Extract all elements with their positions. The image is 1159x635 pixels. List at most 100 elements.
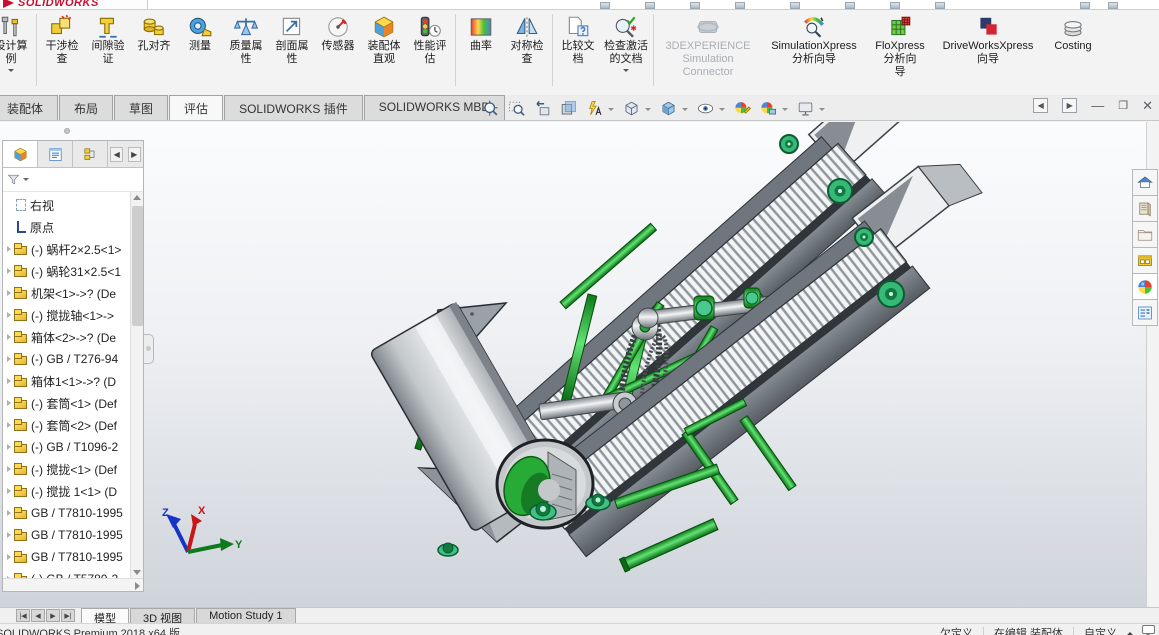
expand-arrow-icon[interactable]: [5, 399, 13, 407]
dropdown-arrow-icon[interactable]: [8, 69, 14, 75]
command-tab[interactable]: 草图: [114, 95, 169, 120]
tool-curvature[interactable]: 曲率: [458, 10, 504, 94]
zoom-to-area-button[interactable]: [504, 97, 528, 119]
document-tab[interactable]: Motion Study 1: [196, 608, 296, 623]
expand-arrow-icon[interactable]: [5, 201, 13, 209]
scroll-right-icon[interactable]: [135, 582, 140, 590]
dropdown-arrow-icon[interactable]: [23, 178, 29, 184]
scroll-tabs-right-icon[interactable]: ▶: [127, 146, 141, 162]
tab-solidworks-resources[interactable]: [1132, 169, 1158, 196]
quick-tips-icon[interactable]: [1142, 625, 1155, 635]
document-tab[interactable]: 3D 视图: [130, 608, 196, 625]
dropdown-arrow-icon[interactable]: [645, 108, 651, 114]
tool-costing[interactable]: Costing: [1044, 10, 1102, 94]
document-tab[interactable]: 模型: [81, 608, 129, 625]
tool-3dexperience-simulation-connector[interactable]: 3DEXPERIENCE Simulation Connector: [656, 10, 760, 94]
tool-measure[interactable]: 测量: [177, 10, 223, 94]
view-settings-button[interactable]: [793, 97, 817, 119]
close-icon[interactable]: ✕: [1142, 98, 1153, 113]
dropdown-arrow-icon[interactable]: [819, 108, 825, 114]
next-document-button[interactable]: ▶: [1062, 98, 1078, 113]
panel-collapse-handle[interactable]: [144, 334, 154, 364]
edit-appearance-button[interactable]: [730, 97, 754, 119]
expand-arrow-icon[interactable]: [5, 531, 13, 539]
apply-scene-button[interactable]: [756, 97, 780, 119]
dropdown-arrow-icon[interactable]: [608, 108, 614, 114]
quick-access-icon[interactable]: [1080, 2, 1090, 9]
tool-design-study[interactable]: 设计算 例: [0, 10, 34, 94]
units-dropdown-arrow-icon[interactable]: [1127, 629, 1133, 635]
tree-scrollbar[interactable]: [130, 192, 143, 578]
tree-item[interactable]: GB / T7810-1995: [3, 546, 143, 568]
quick-access-icon[interactable]: [935, 2, 945, 9]
dropdown-arrow-icon[interactable]: [682, 108, 688, 114]
tree-item[interactable]: (-) 蜗杆2×2.5<1>: [3, 238, 143, 260]
expand-arrow-icon[interactable]: [5, 553, 13, 561]
expand-arrow-icon[interactable]: [5, 421, 13, 429]
command-tab[interactable]: 布局: [59, 95, 114, 120]
scroll-tabs-left-icon[interactable]: ◀: [110, 146, 124, 162]
quick-access-icon[interactable]: [600, 2, 610, 9]
tool-compare-documents[interactable]: 比较文 档: [555, 10, 601, 94]
tool-check-active-document[interactable]: 检查激活 的文档: [601, 10, 651, 94]
tab-view-palette[interactable]: [1132, 247, 1158, 274]
expand-arrow-icon[interactable]: [5, 333, 13, 341]
tree-item[interactable]: (-) 套筒<1> (Def: [3, 392, 143, 414]
quick-access-icon[interactable]: [690, 2, 700, 9]
pane-splitter-handle[interactable]: [64, 128, 70, 134]
tab-design-library[interactable]: [1132, 195, 1158, 222]
quick-access-icon[interactable]: [790, 2, 800, 9]
expand-arrow-icon[interactable]: [5, 311, 13, 319]
view-orientation-button[interactable]: [619, 97, 643, 119]
tree-item[interactable]: 原点: [3, 216, 143, 238]
tool-interference-detection[interactable]: 干涉检 查: [39, 10, 85, 94]
quick-access-icon[interactable]: [890, 2, 900, 9]
scroll-up-icon[interactable]: [133, 195, 141, 200]
tree-horizontal-scrollbar[interactable]: [3, 578, 143, 591]
section-view-button[interactable]: [556, 97, 580, 119]
tab-configurationmanager[interactable]: [73, 141, 108, 167]
tree-item[interactable]: 机架<1>->? (De: [3, 282, 143, 304]
tool-mass-properties[interactable]: 质量属 性: [223, 10, 269, 94]
tab-file-explorer[interactable]: [1132, 221, 1158, 248]
tree-item[interactable]: 箱体<2>->? (De: [3, 326, 143, 348]
command-tab[interactable]: 评估: [169, 95, 224, 120]
minimize-icon[interactable]: —: [1091, 98, 1104, 113]
hide-show-items-button[interactable]: [693, 97, 717, 119]
tree-item[interactable]: GB / T7810-1995: [3, 524, 143, 546]
scrollbar-thumb[interactable]: [132, 206, 143, 326]
display-style-button[interactable]: [656, 97, 680, 119]
tree-item[interactable]: (-) GB / T5780-2: [3, 568, 143, 578]
quick-access-icon[interactable]: [1108, 2, 1118, 9]
tree-item[interactable]: (-) 搅拢 1<1> (D: [3, 480, 143, 502]
tree-item[interactable]: (-) 搅拢<1> (Def: [3, 458, 143, 480]
tool-sensors[interactable]: 传感器: [315, 10, 361, 94]
tool-performance-evaluation[interactable]: 性能评 估: [407, 10, 453, 94]
annotation-views-button[interactable]: [582, 97, 606, 119]
command-tab[interactable]: 装配体: [0, 95, 59, 120]
restore-icon[interactable]: ❐: [1118, 99, 1128, 113]
dropdown-arrow-icon[interactable]: [782, 108, 788, 114]
last-tab-icon[interactable]: [61, 609, 75, 622]
tool-driveworksxpress-wizard[interactable]: DriveWorksXpress 向导: [932, 10, 1044, 94]
tree-item[interactable]: GB / T7810-1995: [3, 502, 143, 524]
dropdown-arrow-icon[interactable]: [623, 69, 629, 75]
expand-arrow-icon[interactable]: [5, 509, 13, 517]
units-selector[interactable]: 自定义: [1084, 625, 1117, 635]
tool-simulationxpress-wizard[interactable]: SimulationXpress 分析向导: [760, 10, 868, 94]
quick-access-icon[interactable]: [645, 2, 655, 9]
tool-symmetry-check[interactable]: 对称检 查: [504, 10, 550, 94]
tab-appearances-scenes[interactable]: [1132, 273, 1158, 300]
tab-featuremanager-design-tree[interactable]: [3, 141, 38, 167]
tree-item[interactable]: 右视: [3, 194, 143, 216]
expand-arrow-icon[interactable]: [5, 289, 13, 297]
filter-funnel-icon[interactable]: [6, 172, 21, 187]
zoom-to-fit-button[interactable]: [478, 97, 502, 119]
tree-item[interactable]: (-) 套筒<2> (Def: [3, 414, 143, 436]
expand-arrow-icon[interactable]: [5, 487, 13, 495]
tool-assembly-visualization[interactable]: 装配体 直观: [361, 10, 407, 94]
expand-arrow-icon[interactable]: [5, 465, 13, 473]
expand-arrow-icon[interactable]: [5, 223, 13, 231]
tool-hole-alignment[interactable]: 孔对齐: [131, 10, 177, 94]
tree-item[interactable]: (-) 蜗轮31×2.5<1: [3, 260, 143, 282]
